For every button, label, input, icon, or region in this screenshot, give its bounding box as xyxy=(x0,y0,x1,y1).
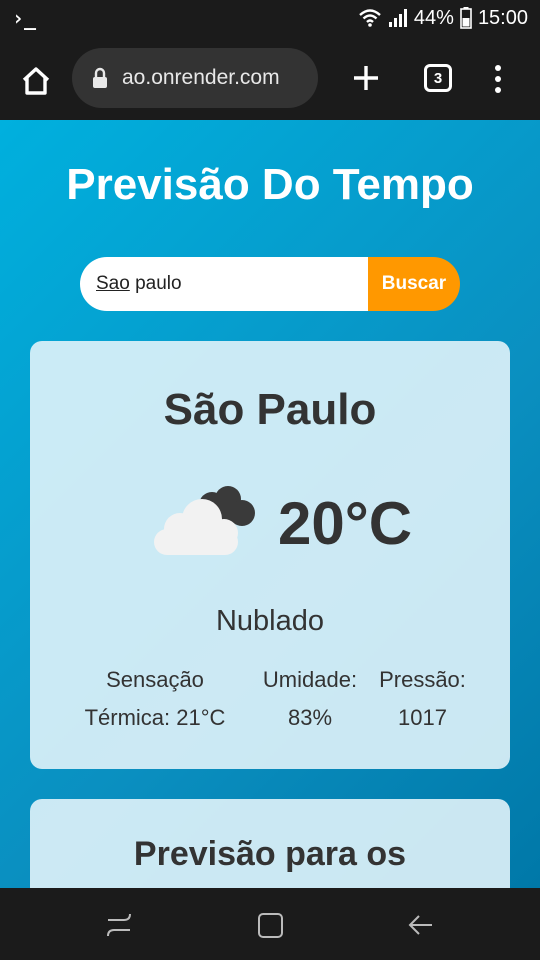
forecast-title: Previsão para os xyxy=(133,835,407,873)
feels-like-value: Térmica: 21°C xyxy=(84,705,226,730)
signal-icon xyxy=(388,9,407,27)
city-name: São Paulo xyxy=(163,385,377,434)
wifi-icon xyxy=(359,9,381,27)
partly-cloudy-night-icon xyxy=(154,486,255,555)
address-bar[interactable]: ao.onrender.com xyxy=(72,48,318,108)
tab-switcher-button[interactable]: 3 xyxy=(424,64,452,92)
weather-details: Sensação Térmica: 21°C Umidade: 83% Pres… xyxy=(70,661,490,741)
status-bar: ›_ 44% 15:00 xyxy=(0,0,540,36)
pressure-value: 1017 xyxy=(398,705,447,730)
feels-like: Sensação Térmica: 21°C xyxy=(70,661,240,737)
more-menu-icon[interactable] xyxy=(486,64,510,94)
humidity: Umidade: 83% xyxy=(250,661,370,737)
terminal-icon: ›_ xyxy=(12,6,37,30)
search-input-rest: paulo xyxy=(129,273,182,294)
back-icon[interactable] xyxy=(406,910,436,940)
search-input[interactable]: Sao paulo xyxy=(80,257,368,311)
home-icon[interactable] xyxy=(16,60,56,100)
navigation-bar xyxy=(0,888,540,960)
forecast-card: Previsão para os xyxy=(30,799,510,888)
current-weather-card: São Paulo 20°C Nublado Sensação Térmica:… xyxy=(30,341,510,769)
search-form: Sao paulo Buscar xyxy=(80,257,460,311)
browser-toolbar: ao.onrender.com 3 xyxy=(0,36,540,120)
new-tab-icon[interactable] xyxy=(350,62,382,94)
weather-condition: Nublado xyxy=(215,605,325,637)
search-button[interactable]: Buscar xyxy=(368,257,460,311)
humidity-label: Umidade: xyxy=(262,667,358,692)
home-nav-icon[interactable] xyxy=(256,910,286,940)
web-page: Previsão Do Tempo Sao paulo Buscar São P… xyxy=(0,120,540,888)
battery-percent: 44% xyxy=(413,6,454,29)
feels-like-label: Sensação xyxy=(106,667,204,692)
humidity-value: 83% xyxy=(287,705,333,730)
tab-count: 3 xyxy=(433,69,443,87)
temperature: 20°C xyxy=(278,490,413,557)
lock-icon xyxy=(93,67,107,88)
url-text: ao.onrender.com xyxy=(122,66,280,89)
status-icons: 44% 15:00 xyxy=(358,6,528,30)
search-input-word: Sao xyxy=(96,273,130,294)
pressure-label: Pressão: xyxy=(379,667,466,692)
pressure: Pressão: 1017 xyxy=(370,661,475,737)
battery-icon xyxy=(460,7,472,29)
recent-apps-icon[interactable] xyxy=(104,910,134,940)
clock: 15:00 xyxy=(477,6,528,29)
page-title: Previsão Do Tempo xyxy=(66,160,474,209)
